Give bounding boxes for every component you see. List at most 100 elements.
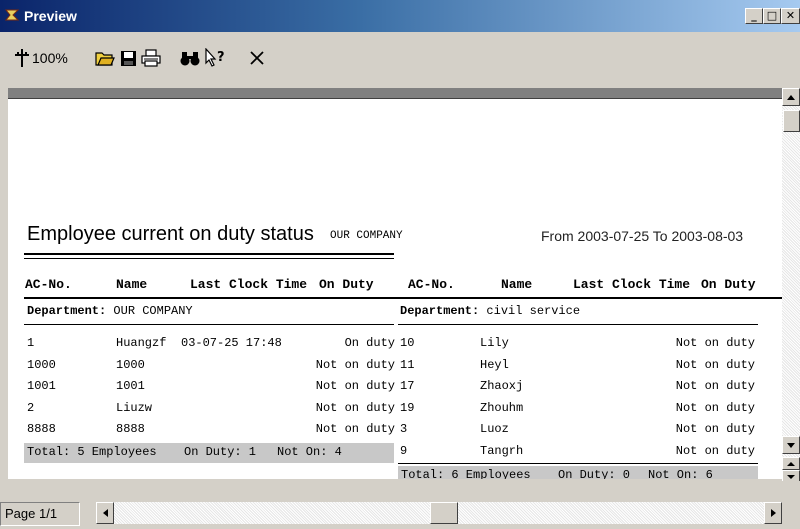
find-button[interactable] [178,46,202,70]
scroll-up-button[interactable] [782,88,800,106]
close-preview-button[interactable] [246,46,268,70]
row-name: 1000 [116,358,145,372]
row-acno: 11 [400,358,415,372]
col-header-name: Name [116,277,148,292]
arrow-up-icon [787,94,795,100]
dept-rule-right [398,324,758,325]
row-acno: 3 [400,422,408,436]
col-header-last-clock-right: Last Clock Time [573,277,691,292]
report-date-range: From 2003-07-25 To 2003-08-03 [541,228,744,244]
col-header-on-duty: On Duty [319,277,374,292]
row-name: Liuzw [116,401,153,415]
vertical-scroll-thumb[interactable] [783,110,800,132]
total-employees-left: Total: 5 Employees [27,445,157,459]
row-status: Not on duty [675,444,755,458]
row-status: Not on duty [675,422,755,436]
row-name: Heyl [480,358,509,372]
row-acno: 19 [400,401,415,415]
close-window-button[interactable]: ✕ [781,8,800,24]
total-on-duty-left: On Duty: 1 [184,445,257,459]
row-time: 03-07-25 17:48 [181,336,282,350]
print-button[interactable] [140,46,162,70]
row-acno: 1 [27,336,35,350]
window-title: Preview [24,8,77,24]
col-header-on-duty-right: On Duty [701,277,756,292]
department-left: Department: OUR COMPANY [27,304,193,318]
total-bar-left: Total: 5 Employees On Duty: 1 Not On: 4 [24,443,394,463]
app-icon [4,9,20,21]
department-name-right: civil service [486,304,581,318]
row-status: On duty [344,336,395,350]
maximize-button[interactable]: □ [763,8,781,24]
row-acno: 2 [27,401,35,415]
toolbar: 100% ? [0,32,800,88]
row-status: Not on duty [675,358,755,372]
row-acno: 9 [400,444,408,458]
row-name: Huangzf [116,336,167,350]
title-bar: Preview _ □ ✕ [0,0,800,32]
row-status: Not on duty [675,336,755,350]
close-icon [250,51,264,65]
vertical-scrollbar[interactable] [782,88,800,481]
scroll-down-button[interactable] [782,436,800,454]
arrow-left-icon [102,509,108,517]
open-folder-icon [95,52,115,66]
arrow-down-small-icon [787,474,795,479]
row-name: Luoz [480,422,509,436]
open-button[interactable] [94,46,116,70]
row-status: Not on duty [315,401,395,415]
row-acno: 17 [400,379,415,393]
header-rule [24,297,782,299]
total-bar-right: Total: 6 Employees On Duty: 0 Not On: 6 [398,466,758,479]
minimize-button[interactable]: _ [745,8,763,24]
col-header-name-right: Name [501,277,533,292]
zoom-icon [15,49,29,67]
printer-icon [141,49,161,67]
total-on-duty-right: On Duty: 0 [558,468,631,479]
row-acno: 1000 [27,358,56,372]
page-indicator: Page 1/1 [0,502,80,526]
ruler-strip [8,88,782,99]
save-button[interactable] [118,46,138,70]
col-header-last-clock: Last Clock Time [190,277,308,292]
arrow-up-small-icon [787,461,795,466]
title-underline-thin [24,258,394,259]
svg-text:?: ? [217,50,225,65]
report-company: OUR COMPANY [330,230,403,242]
horizontal-scroll-thumb[interactable] [430,502,458,524]
row-name: Tangrh [480,444,524,458]
row-name: Lily [480,336,509,350]
row-acno: 10 [400,336,415,350]
department-name-left: OUR COMPANY [113,304,193,318]
binoculars-icon [180,52,200,66]
scroll-right-button[interactable] [764,502,782,524]
help-pointer-icon: ? [205,48,225,67]
row-acno: 1001 [27,379,56,393]
row-rule-right [398,463,758,464]
row-name: 8888 [116,422,145,436]
col-header-acno-right: AC-No. [408,277,455,292]
row-status: Not on duty [675,401,755,415]
department-label-left: Department: [27,304,107,318]
dept-rule-left [24,324,394,325]
title-underline [24,253,394,255]
zoom-button[interactable]: 100% [14,46,84,70]
report-page: Employee current on duty status OUR COMP… [8,99,782,479]
report-title: Employee current on duty status [27,223,314,245]
department-label-right: Department: [400,304,480,318]
col-header-acno: AC-No. [25,277,72,292]
row-acno: 8888 [27,422,56,436]
total-not-on-right: Not On: 6 [648,468,713,479]
scroll-left-button[interactable] [96,502,114,524]
row-status: Not on duty [315,422,395,436]
save-icon [120,50,136,66]
total-employees-right: Total: 6 Employees [401,468,531,479]
help-button[interactable]: ? [204,46,228,70]
arrow-down-icon [787,442,795,448]
row-status: Not on duty [315,379,395,393]
row-name: 1001 [116,379,145,393]
row-name: Zhouhm [480,401,524,415]
arrow-right-icon [770,509,776,517]
department-right: Department: civil service [400,304,580,318]
page-up-button[interactable] [782,457,800,470]
